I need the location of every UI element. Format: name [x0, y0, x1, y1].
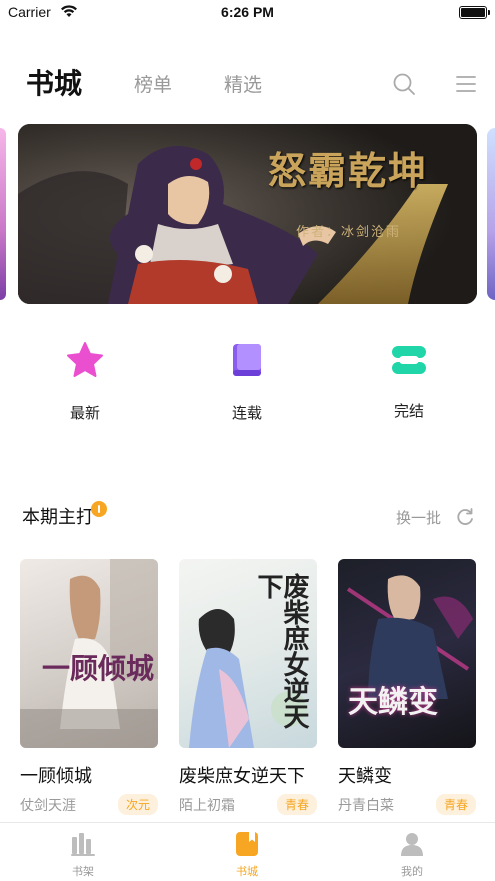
- category-latest-label: 最新: [69, 404, 100, 422]
- hot-badge-icon: [91, 501, 107, 517]
- battery-icon: [459, 6, 490, 19]
- stack-icon: [392, 346, 426, 374]
- book-genre-badge: 青春: [435, 794, 476, 815]
- book-title[interactable]: 一顾倾城: [20, 762, 92, 788]
- cover-title: 废柴庶女逆天下: [253, 573, 309, 729]
- tabbar-profile-label: 我的: [401, 865, 423, 878]
- book-card[interactable]: 废柴庶女逆天下 废柴庶女逆天下 陌上初霜 青春: [179, 559, 317, 815]
- star-icon: [67, 342, 103, 377]
- book-author: 陌上初霜: [179, 798, 235, 814]
- banner-title: 怒霸乾坤: [268, 148, 429, 193]
- book-title[interactable]: 废柴庶女逆天下: [179, 762, 305, 788]
- banner-next-peek[interactable]: [487, 128, 495, 300]
- category-completed-label: 完结: [393, 402, 424, 420]
- cover-title: 一顾倾城: [42, 652, 155, 685]
- tabbar-bookstore-label: 书城: [236, 865, 258, 878]
- book-title[interactable]: 天鳞变: [338, 762, 392, 788]
- tabbar-profile[interactable]: 我的: [382, 831, 442, 879]
- tabbar-bookstore[interactable]: 书城: [217, 831, 277, 879]
- bookstore-icon: [236, 832, 258, 856]
- tab-rankings[interactable]: 榜单: [134, 70, 172, 97]
- category-latest[interactable]: 最新: [40, 340, 130, 423]
- book-icon: [233, 344, 261, 376]
- tabbar-bookshelf[interactable]: 书架: [53, 831, 113, 879]
- book-card[interactable]: 天鳞变 天鳞变 丹青白菜 青春: [338, 559, 476, 815]
- tabbar-bookshelf-label: 书架: [72, 865, 94, 878]
- banner-prev-peek[interactable]: [0, 128, 6, 300]
- category-completed[interactable]: 完结: [364, 340, 454, 421]
- book-cover[interactable]: 废柴庶女逆天下: [179, 559, 317, 748]
- book-cover[interactable]: 天鳞变: [338, 559, 476, 748]
- book-genre-badge: 次元: [117, 794, 158, 815]
- section-title: 本期主打: [22, 507, 94, 528]
- search-icon[interactable]: [392, 72, 416, 96]
- bottom-tab-bar: 书架 书城 我的: [0, 822, 495, 881]
- menu-icon[interactable]: [456, 74, 476, 94]
- banner-author: 作者：冰剑沧雨: [296, 225, 402, 240]
- refresh-button[interactable]: 换一批: [396, 507, 441, 528]
- banner-carousel[interactable]: 怒霸乾坤 作者：冰剑沧雨: [0, 124, 495, 304]
- tab-bookstore[interactable]: 书城: [26, 62, 82, 102]
- category-serial[interactable]: 连载: [202, 340, 292, 423]
- refresh-icon[interactable]: [455, 507, 475, 527]
- header: 书城 榜单 精选: [0, 60, 495, 104]
- cover-title: 天鳞变: [348, 685, 438, 720]
- category-serial-label: 连载: [231, 404, 262, 422]
- profile-icon: [401, 833, 423, 856]
- tab-featured[interactable]: 精选: [224, 70, 262, 97]
- book-card[interactable]: 一顾倾城 一顾倾城 仗剑天涯 次元: [20, 559, 158, 815]
- book-cover[interactable]: 一顾倾城: [20, 559, 158, 748]
- banner-slide[interactable]: 怒霸乾坤 作者：冰剑沧雨: [18, 124, 477, 304]
- status-time: 6:26 PM: [221, 4, 274, 20]
- bookshelf-icon: [71, 833, 95, 856]
- status-bar: Carrier 6:26 PM: [0, 0, 495, 26]
- book-genre-badge: 青春: [276, 794, 317, 815]
- book-author: 丹青白菜: [338, 798, 394, 814]
- book-author: 仗剑天涯: [20, 798, 76, 814]
